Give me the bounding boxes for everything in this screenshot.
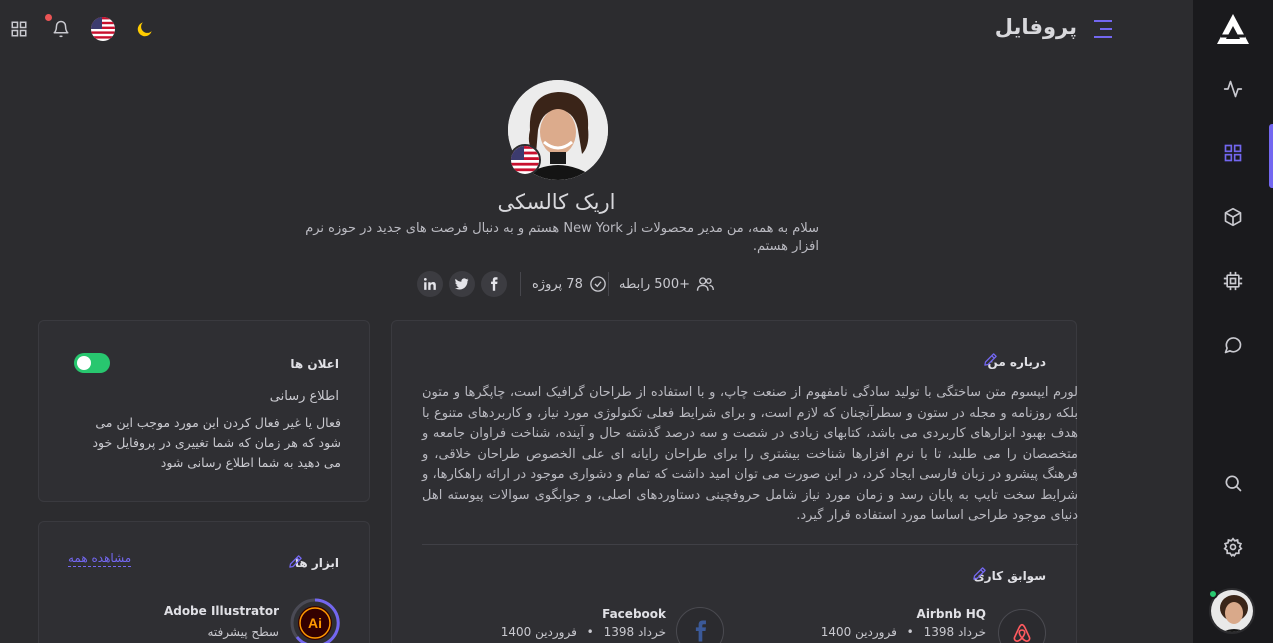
- search-icon[interactable]: [1220, 470, 1246, 496]
- page-title: پروفایل: [994, 15, 1077, 39]
- tool-name: Adobe Illustrator: [163, 604, 279, 618]
- linkedin-icon: [423, 277, 436, 290]
- experience-from: خرداد 1398: [923, 625, 986, 639]
- notifications-description: فعال یا غیر فعال کردن این مورد موجب این …: [92, 415, 341, 470]
- date-bullet: •: [906, 625, 914, 639]
- notifications-toggle[interactable]: [74, 353, 110, 373]
- stat-separator: [608, 272, 609, 296]
- check-circle-icon: [590, 276, 606, 292]
- tool-icon-text: Ai: [308, 615, 322, 631]
- about-card: درباره من لورم ایپسوم متن ساختگی با تولی…: [391, 320, 1078, 643]
- profile-bio: سلام به همه، من مدیر محصولات از New York…: [305, 221, 819, 254]
- twitter-icon: [455, 278, 469, 290]
- experience-dates: خرداد 1398 • فروردین 1400: [501, 625, 666, 639]
- app-logo[interactable]: [1215, 12, 1251, 46]
- toggle-knob: [77, 356, 91, 370]
- experience-dates: خرداد 1398 • فروردین 1400: [821, 625, 986, 639]
- edit-tools-icon[interactable]: [288, 554, 303, 569]
- main-sidebar: [1193, 0, 1273, 643]
- about-text: لورم ایپسوم متن ساختگی با تولید سادگی نا…: [422, 385, 1078, 523]
- connections-stat: +500 رابطه: [619, 272, 714, 296]
- facebook-icon: [676, 607, 724, 643]
- notifications-card: اعلان ها اطلاع رسانی فعال یا غیر فعال کر…: [38, 320, 370, 502]
- box-icon[interactable]: [1220, 204, 1246, 230]
- profile-flag-icon: [509, 144, 541, 176]
- experience-company: Facebook: [602, 607, 666, 621]
- moon-icon[interactable]: [133, 17, 157, 41]
- online-status-dot: [1208, 589, 1218, 599]
- facebook-icon: [491, 277, 498, 291]
- adobe-illustrator-icon: Ai: [290, 598, 340, 643]
- date-bullet: •: [586, 625, 594, 639]
- profile-name: اریک کالسکی: [497, 190, 616, 214]
- sidebar-active-indicator: [1269, 124, 1273, 188]
- connections-count: +500 رابطه: [619, 276, 691, 292]
- projects-stat: 78 پروژه: [532, 272, 607, 296]
- menu-icon[interactable]: [1092, 19, 1114, 39]
- projects-count: 78 پروژه: [532, 276, 583, 292]
- activity-icon[interactable]: [1220, 76, 1246, 102]
- us-flag-icon[interactable]: [91, 17, 115, 41]
- users-icon: [696, 277, 714, 291]
- section-divider: [422, 544, 1078, 545]
- linkedin-button[interactable]: [417, 271, 443, 297]
- airbnb-icon: [998, 609, 1046, 643]
- edit-experience-icon[interactable]: [972, 566, 987, 581]
- experience-company: Airbnb HQ: [916, 607, 986, 621]
- experience-from: خرداد 1398: [603, 625, 666, 639]
- chat-icon[interactable]: [1220, 332, 1246, 358]
- grid-icon[interactable]: [1220, 140, 1246, 166]
- edit-about-icon[interactable]: [983, 352, 998, 367]
- tools-card: ابزار ها مشاهده همه Adobe Illustrator سط…: [38, 521, 370, 643]
- notifications-subtitle: اطلاع رسانی: [269, 389, 339, 404]
- notifications-title: اعلان ها: [290, 357, 339, 371]
- experience-to: فروردین 1400: [820, 625, 897, 639]
- stat-separator: [520, 272, 521, 296]
- tool-level: سطح پیشرفته: [207, 625, 279, 639]
- cpu-icon[interactable]: [1220, 268, 1246, 294]
- apps-grid-icon[interactable]: [7, 17, 31, 41]
- notification-dot: [45, 14, 52, 21]
- twitter-button[interactable]: [449, 271, 475, 297]
- bell-icon[interactable]: [49, 17, 73, 41]
- experience-to: فروردین 1400: [500, 625, 577, 639]
- facebook-button[interactable]: [481, 271, 507, 297]
- view-all-tools-link[interactable]: مشاهده همه: [68, 551, 132, 567]
- settings-icon[interactable]: [1220, 534, 1246, 560]
